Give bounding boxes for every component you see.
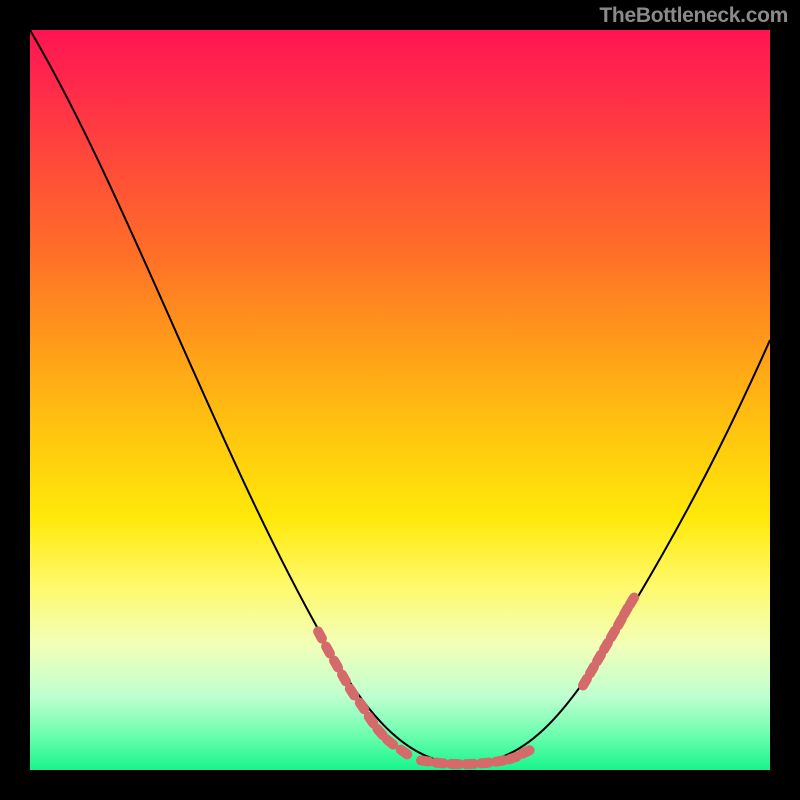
curve-markers xyxy=(311,591,641,770)
bottleneck-curve xyxy=(30,30,770,764)
chart-frame: TheBottleneck.com xyxy=(0,0,800,800)
attribution-label: TheBottleneck.com xyxy=(599,4,788,28)
curve-layer xyxy=(30,30,770,770)
plot-area xyxy=(30,30,770,770)
